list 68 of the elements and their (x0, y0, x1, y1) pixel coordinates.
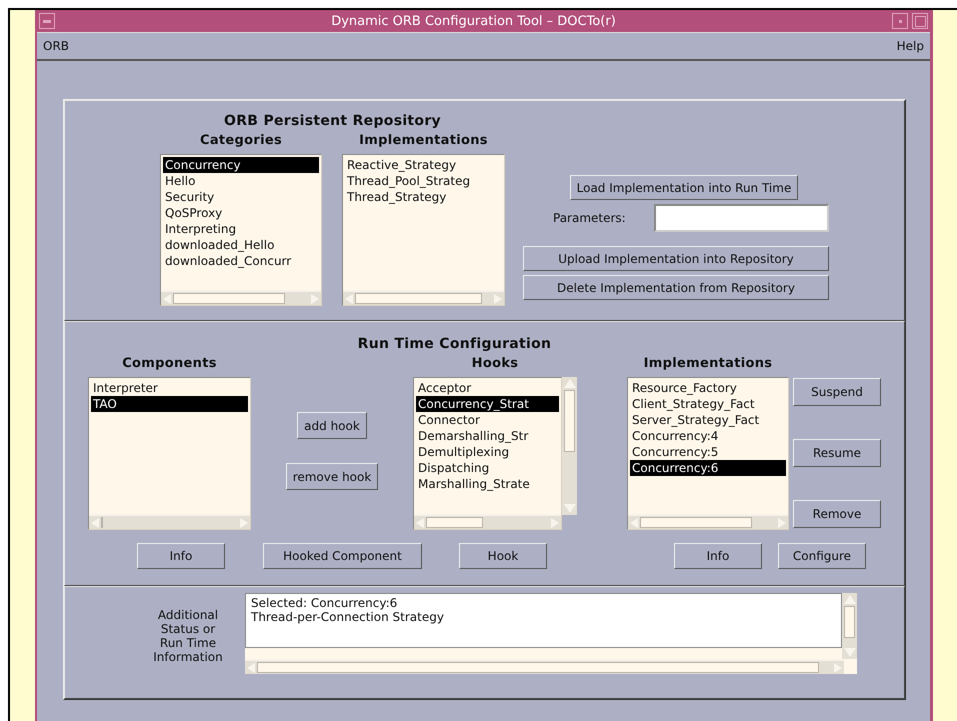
list-item[interactable]: Dispatching (416, 460, 559, 476)
list-header: Hooks (472, 356, 518, 371)
action-button[interactable]: Remove (793, 500, 881, 528)
list-item[interactable]: downloaded_Concurr (163, 253, 319, 269)
list-header: Categories (200, 133, 282, 148)
list-box[interactable]: Interpreter TAO (88, 377, 251, 530)
vertical-scrollbar[interactable] (842, 593, 857, 659)
list-item[interactable]: Demarshalling_Str (416, 428, 559, 444)
list-item[interactable]: Interpreting (163, 221, 319, 237)
list-header: Implementations (644, 356, 772, 371)
list-item[interactable]: Connector (416, 412, 559, 428)
list-item[interactable]: QoSProxy (163, 205, 319, 221)
list-item[interactable]: Resource_Factory (630, 380, 786, 396)
horizontal-scrollbar[interactable] (343, 290, 504, 305)
parameters-field[interactable] (654, 204, 829, 232)
menu-item[interactable]: Help (896, 39, 924, 53)
list-item[interactable]: Thread_Pool_Strateg (345, 173, 502, 189)
horizontal-scrollbar[interactable] (161, 290, 321, 305)
vertical-scrollbar[interactable] (562, 377, 577, 515)
list-item[interactable]: Marshalling_Strate (416, 476, 559, 492)
action-button[interactable]: Configure (778, 543, 866, 569)
section-title: Run Time Configuration (358, 336, 552, 352)
window-menu-icon[interactable] (39, 13, 55, 29)
list-item[interactable]: Hello (163, 173, 319, 189)
list-item[interactable]: Concurrency:4 (630, 428, 786, 444)
horizontal-scrollbar[interactable] (628, 514, 788, 529)
maximize-icon[interactable] (912, 13, 928, 29)
menu-item[interactable]: ORB (43, 39, 70, 53)
action-button[interactable]: Resume (793, 439, 881, 467)
list-header: Components (122, 356, 217, 371)
action-button[interactable]: Suspend (793, 378, 881, 406)
list-item[interactable]: TAO (91, 396, 248, 412)
list-box[interactable]: Acceptor Concurrency_Strat Connector Demarshalling_Str Demultiplexing Dispatching Marshalling_Strate (413, 377, 562, 530)
action-button[interactable]: Info (137, 543, 225, 569)
upload-implementation-button[interactable]: Upload Implementation into Repository (523, 246, 829, 271)
list-item[interactable]: Client_Strategy_Fact (630, 396, 786, 412)
parameters-label: Parameters: (553, 211, 626, 225)
action-button[interactable]: Hook (459, 543, 547, 569)
list-item[interactable]: Demultiplexing (416, 444, 559, 460)
list-item[interactable]: Concurrency_Strat (416, 396, 559, 412)
delete-implementation-button[interactable]: Delete Implementation from Repository (523, 275, 829, 300)
window-title: Dynamic ORB Configuration Tool – DOCTo(r) (330, 14, 617, 28)
list-header: Implementations (359, 133, 488, 148)
remove-hook-button[interactable]: remove hook (286, 463, 378, 490)
status-label: Additional Status or Run Time Information (152, 608, 224, 664)
status-text-area[interactable]: Selected: Concurrency:6 Thread-per-Connection Strategy (245, 593, 842, 648)
list-item[interactable]: Concurrency:6 (630, 460, 786, 476)
load-implementation-button[interactable]: Load Implementation into Run Time (570, 175, 798, 200)
list-item[interactable]: Concurrency:5 (630, 444, 786, 460)
action-button[interactable]: Info (674, 543, 762, 569)
list-item[interactable]: Security (163, 189, 319, 205)
list-box[interactable]: Concurrency Hello Security QoSProxy Interpreting downloaded_Hello downloaded_Concurr (160, 154, 322, 306)
list-box[interactable]: Reactive_Strategy Thread_Pool_Strateg Thread_Strategy (342, 154, 505, 306)
list-item[interactable]: Acceptor (416, 380, 559, 396)
horizontal-scrollbar[interactable] (89, 514, 250, 529)
action-button[interactable]: Hooked Component (263, 543, 422, 569)
horizontal-scrollbar[interactable] (245, 659, 844, 674)
list-item[interactable]: Concurrency (163, 157, 319, 173)
horizontal-scrollbar[interactable] (414, 514, 561, 529)
list-item[interactable]: Interpreter (91, 380, 248, 396)
add-hook-button[interactable]: add hook (297, 412, 367, 439)
section-title: ORB Persistent Repository (224, 113, 441, 129)
list-box[interactable]: Resource_Factory Client_Strategy_Fact Server_Strategy_Fact Concurrency:4 Concurrency:5 Concurrency:6 (627, 377, 789, 530)
minimize-icon[interactable] (892, 13, 908, 29)
list-item[interactable]: Thread_Strategy (345, 189, 502, 205)
list-item[interactable]: Reactive_Strategy (345, 157, 502, 173)
list-item[interactable]: downloaded_Hello (163, 237, 319, 253)
list-item[interactable]: Server_Strategy_Fact (630, 412, 786, 428)
